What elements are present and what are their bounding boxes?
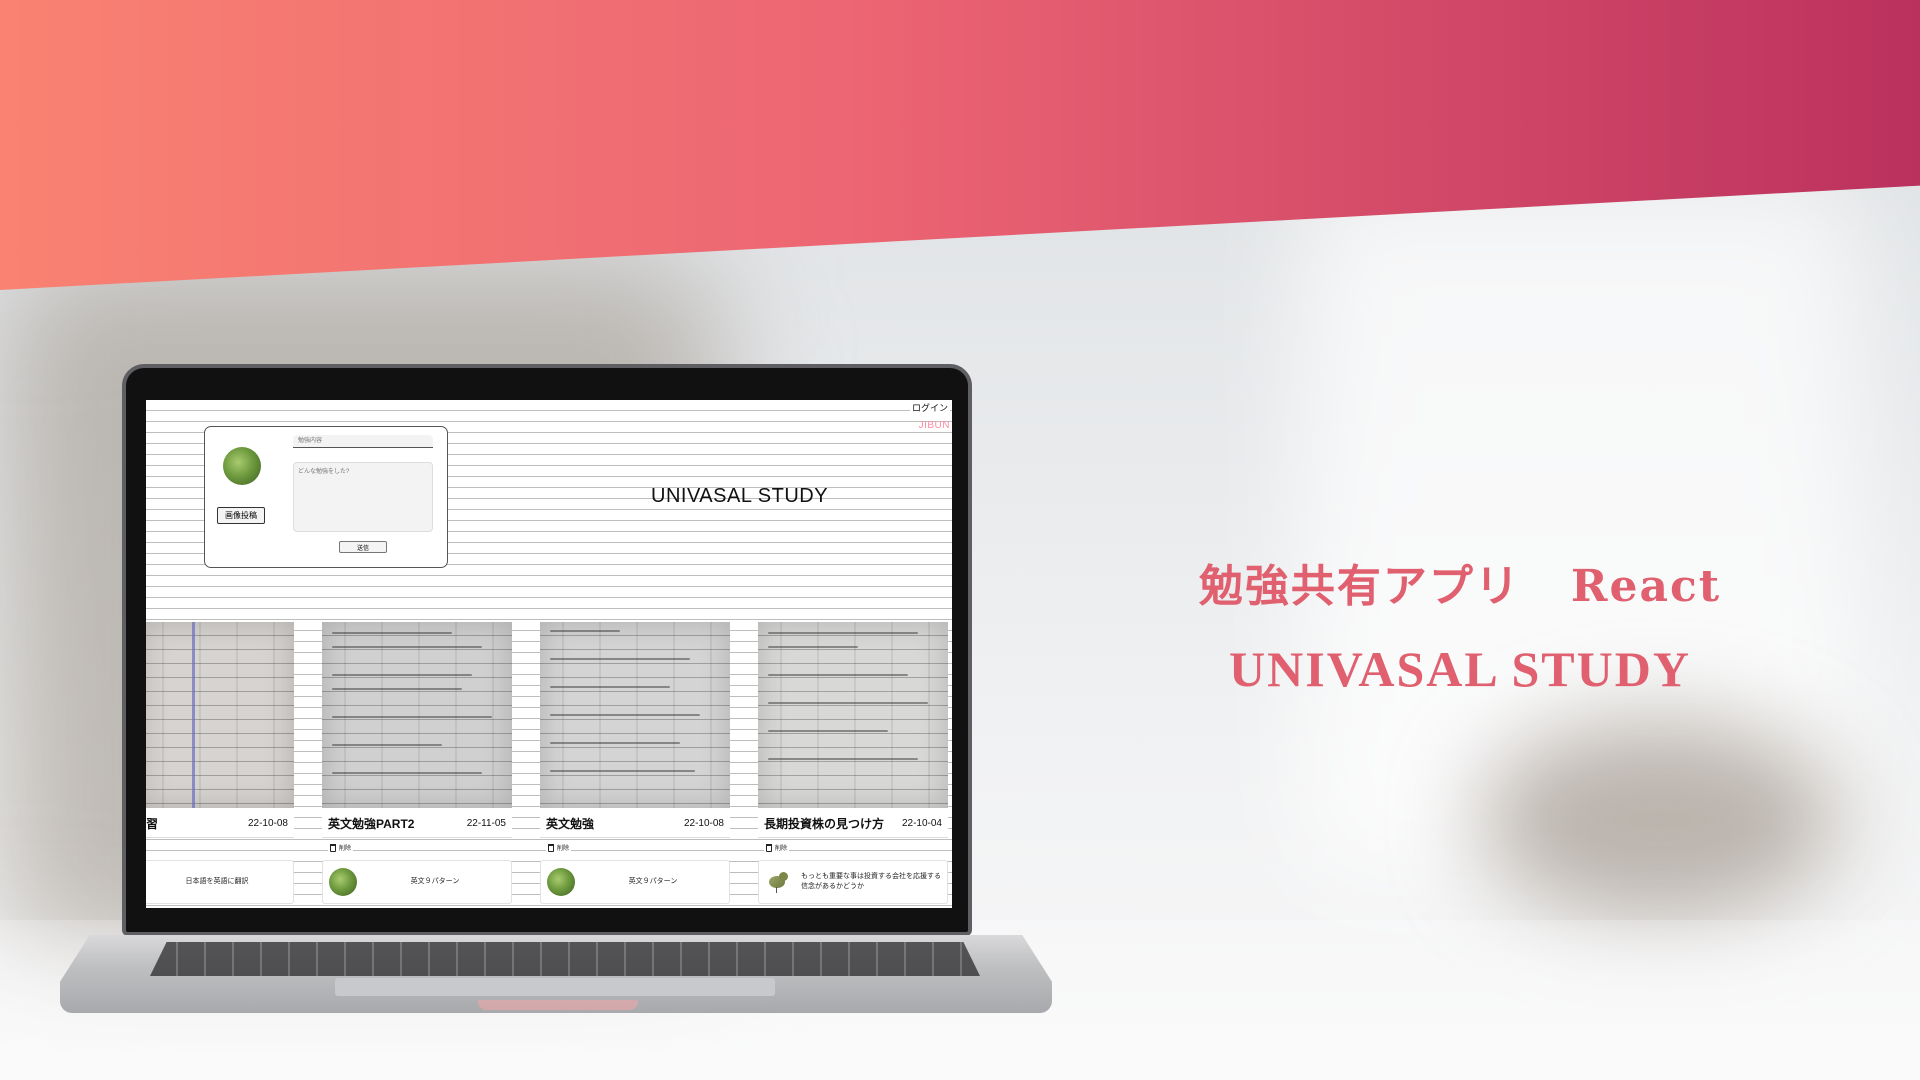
handwriting-line [768,646,858,648]
caption-app-type: 勉強共有アプリ [1198,561,1521,612]
laptop-keyboard [150,942,980,976]
login-link[interactable]: ログイン [909,401,950,414]
handwriting-line [332,744,442,746]
handwriting-line [550,770,695,772]
card-footer: 日本語を英語に翻訳 [146,860,294,904]
post-card[interactable]: 習 22-10-08 日本語を英語に翻訳 [146,622,294,908]
trash-icon [548,843,554,852]
card-info: 英文勉強 22-10-08 [540,810,730,838]
handwriting-line [550,630,620,632]
card-title: 英文勉強 [546,817,595,831]
card-date: 22-10-04 [901,818,942,829]
handwriting-line [332,632,452,634]
card-title: 長期投資株の見つけ方 [764,817,885,831]
laptop-notch [478,1000,638,1010]
notebook-margin-line [192,622,195,808]
card-title: 英文勉強PART2 [328,817,415,831]
handwriting-line [768,730,888,732]
caption-line-1: 勉強共有アプリ React [1080,550,1840,614]
delete-button[interactable]: 削除 [546,842,572,853]
handwriting-line [768,674,908,676]
bird-avatar-icon [765,868,793,896]
delete-button[interactable]: 削除 [764,842,790,853]
background-chair-blur [1480,720,1840,920]
post-form: 画像投稿 送信 [204,426,448,568]
user-avatar [223,447,261,485]
handwriting-line [550,714,700,716]
notebook-photo [540,622,730,808]
card-info: 英文勉強PART2 22-11-05 [322,810,512,838]
delete-label: 削除 [557,846,570,852]
leaf-avatar-icon [547,868,575,896]
handwriting-line [332,716,492,718]
post-card[interactable]: 英文勉強 22-10-08 削除 英文９パターン [540,622,730,908]
notebook-photo [322,622,512,808]
caption-tech: React [1570,561,1722,612]
card-description: 英文９パターン [410,878,460,886]
card-title: 習 [146,817,159,831]
handwriting-line [550,686,670,688]
handwriting-line [332,646,482,648]
study-title-input[interactable] [293,435,433,448]
handwriting-line [550,658,690,660]
promo-caption: 勉強共有アプリ React UNIVASAL STUDY [1080,550,1840,698]
laptop-trackpad [335,978,775,996]
image-upload-button[interactable]: 画像投稿 [217,507,265,524]
card-description: 英文９パターン [628,878,678,886]
delete-button[interactable]: 削除 [328,842,354,853]
trash-icon [330,843,336,852]
handwriting-line [550,742,680,744]
post-card[interactable]: 長期投資株の見つけ方 22-10-04 削除 もっとも重要な事は投資する会社を応… [758,622,948,908]
handwriting-line [768,758,918,760]
card-footer: 英文９パターン [540,860,730,904]
caption-app-name: UNIVASAL STUDY [1229,641,1691,697]
card-info: 習 22-10-08 [146,810,294,838]
card-footer: 英文９パターン [322,860,512,904]
card-description: もっとも重要な事は投資する会社を応援する信念があるかどうか [801,873,941,890]
post-card[interactable]: 英文勉強PART2 22-11-05 削除 英文９パターン [322,622,512,908]
card-date: 22-11-05 [466,818,506,829]
card-info: 長期投資株の見つけ方 22-10-04 [758,810,948,838]
notebook-photo [758,622,948,808]
handwriting-line [332,688,462,690]
handwriting-line [768,702,928,704]
delete-label: 削除 [339,846,352,852]
handwriting-line [332,674,472,676]
leaf-avatar-icon [329,868,357,896]
notebook-photo [146,622,294,808]
card-description: 日本語を英語に翻訳 [185,878,249,886]
trash-icon [766,843,772,852]
submit-button[interactable]: 送信 [339,541,387,553]
handwriting-line [332,772,482,774]
card-date: 22-10-08 [247,818,288,829]
app-screen: ログイン JIBUN 画像投稿 送信 UNIVASAL STUDY 習 22-1… [146,400,952,908]
page-title: UNIVASAL STUDY [651,485,829,507]
card-footer: もっとも重要な事は投資する会社を応援する信念があるかどうか [758,860,948,904]
handwriting-line [768,632,918,634]
study-body-textarea[interactable] [293,462,433,532]
delete-label: 削除 [775,846,788,852]
brand-logo: JIBUN [918,420,950,431]
card-date: 22-10-08 [683,818,724,829]
